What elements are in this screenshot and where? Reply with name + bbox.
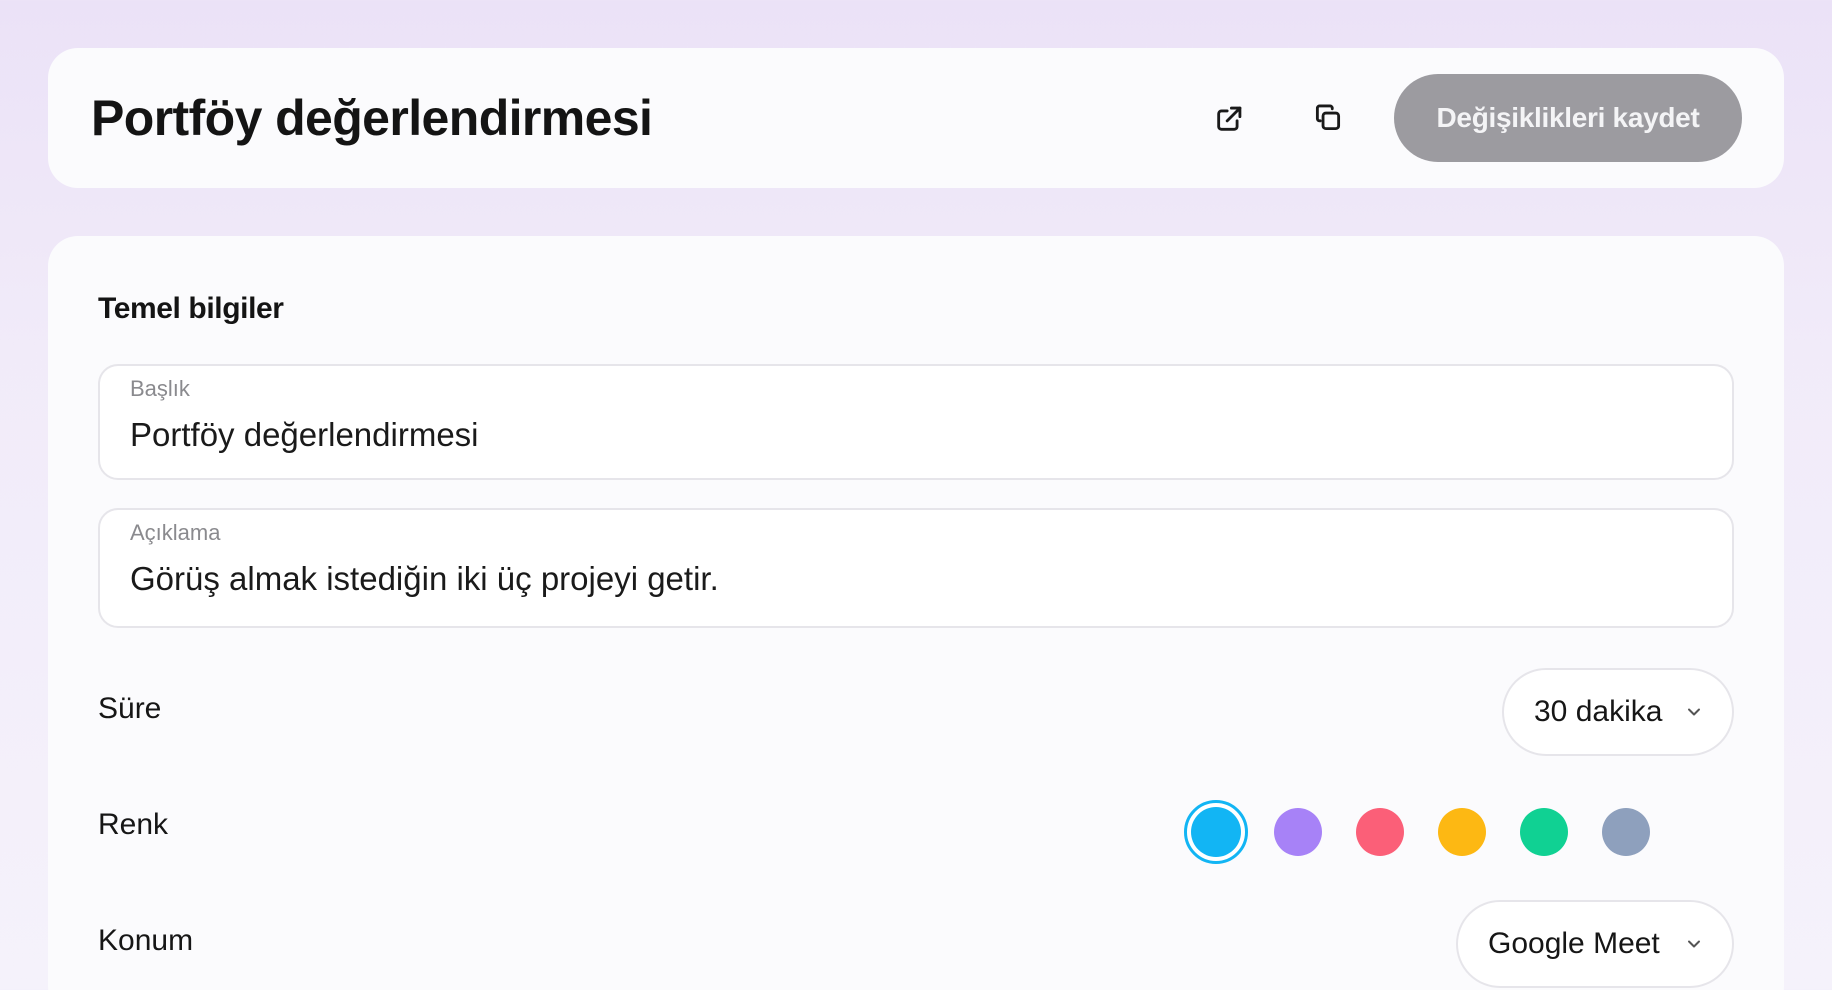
location-label: Konum [98,924,194,957]
color-label: Renk [98,808,169,841]
duration-label: Süre [98,692,162,725]
page-title: Portföy değerlendirmesi [91,90,653,146]
external-link-icon [1213,101,1247,135]
chevron-down-icon [1684,702,1704,722]
duplicate-button[interactable] [1304,94,1352,142]
description-field-value[interactable]: Görüş almak istediğin iki üç projeyi get… [130,560,719,598]
open-in-new-button[interactable] [1206,94,1254,142]
color-swatch-fill [1191,807,1241,857]
duration-select-value: 30 dakika [1534,695,1663,728]
color-swatch-6[interactable] [1602,808,1650,856]
title-field[interactable]: Başlık Portföy değerlendirmesi [98,364,1734,480]
duration-select[interactable]: 30 dakika [1502,668,1734,756]
header-card: Portföy değerlendirmesi Değişiklikleri k… [48,48,1784,188]
location-select-value: Google Meet [1488,927,1660,960]
color-swatch-2[interactable] [1274,808,1322,856]
color-swatch-1[interactable] [1184,800,1248,864]
color-swatch-5[interactable] [1520,808,1568,856]
color-swatches [1176,796,1776,868]
description-field-label: Açıklama [130,520,221,545]
chevron-down-icon [1684,934,1704,954]
save-changes-button[interactable]: Değişiklikleri kaydet [1394,74,1742,162]
description-field[interactable]: Açıklama Görüş almak istediğin iki üç pr… [98,508,1734,628]
title-field-label: Başlık [130,376,190,401]
copy-icon [1311,101,1345,135]
basic-info-card: Temel bilgiler Başlık Portföy değerlendi… [48,236,1784,990]
title-field-value[interactable]: Portföy değerlendirmesi [130,416,479,454]
color-swatch-4[interactable] [1438,808,1486,856]
location-select[interactable]: Google Meet [1456,900,1734,988]
color-swatch-3[interactable] [1356,808,1404,856]
section-title: Temel bilgiler [98,292,284,325]
